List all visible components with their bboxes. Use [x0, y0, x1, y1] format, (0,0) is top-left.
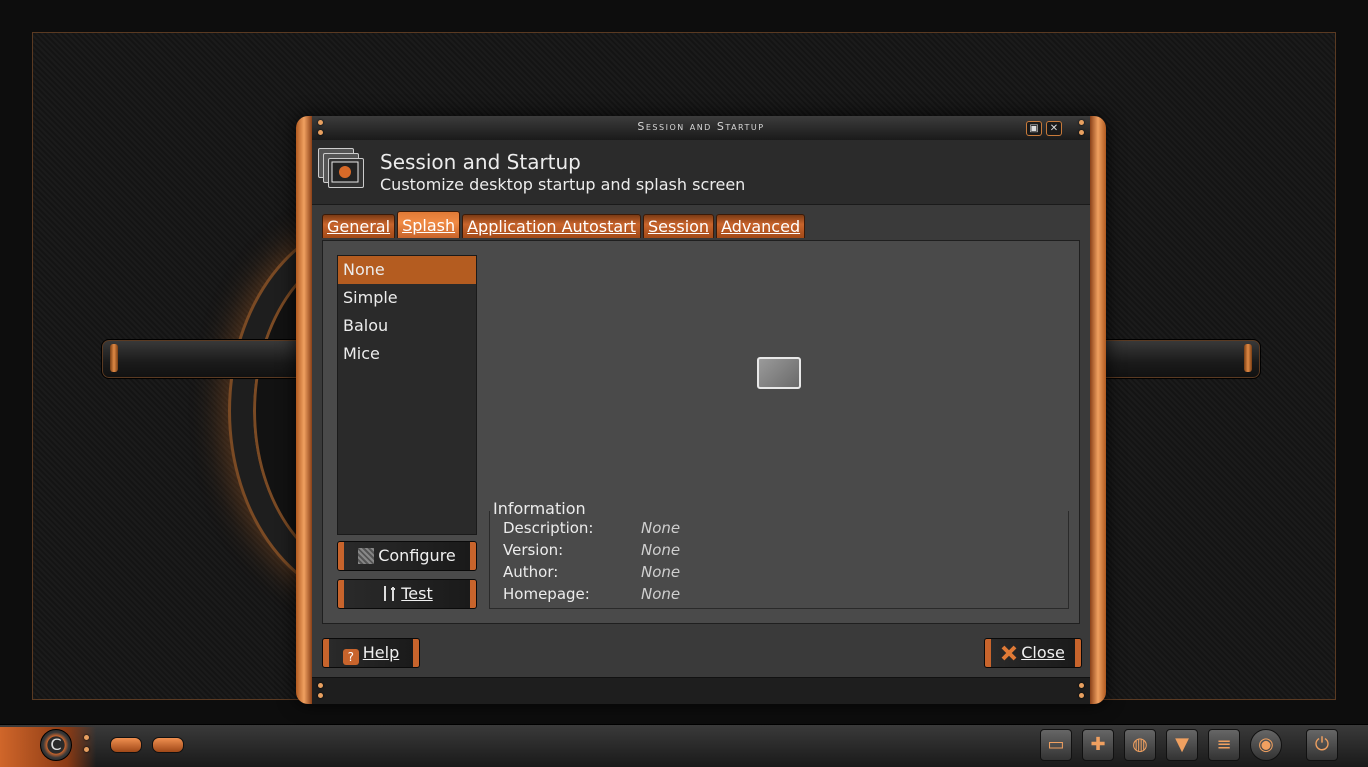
- volume-knob-icon[interactable]: ◉: [1250, 729, 1282, 761]
- download-icon[interactable]: ▼: [1166, 729, 1198, 761]
- folder-icon[interactable]: ▭: [1040, 729, 1072, 761]
- close-x-icon: [1001, 642, 1017, 661]
- tab-general[interactable]: General: [322, 214, 396, 238]
- list-item-simple[interactable]: Simple: [338, 284, 476, 312]
- session-startup-window: Session and Startup ▣ ✕ Session and Star…: [296, 116, 1106, 704]
- taskbar: C ▭ ✚ ◍ ▼ ≡ ◉ ⏻: [0, 724, 1368, 767]
- decorative-bar-left: [101, 339, 323, 379]
- configure-icon: [358, 548, 375, 564]
- close-button[interactable]: Close: [984, 638, 1082, 668]
- launcher-button-2[interactable]: [152, 737, 184, 753]
- info-value: None: [641, 563, 681, 581]
- window-body: Session and Startup Customize desktop st…: [312, 140, 1090, 704]
- help-button[interactable]: ? Help: [322, 638, 420, 668]
- software-box-icon[interactable]: ✚: [1082, 729, 1114, 761]
- maximize-button[interactable]: ▣: [1026, 121, 1042, 136]
- decorative-bar-right: [1091, 339, 1261, 379]
- info-label: Homepage:: [503, 585, 590, 603]
- tab-application-autostart[interactable]: Application Autostart: [462, 214, 642, 238]
- close-window-button[interactable]: ✕: [1046, 121, 1062, 136]
- info-value: None: [641, 585, 681, 603]
- window-status-bar: [312, 677, 1090, 704]
- header-title: Session and Startup: [380, 150, 581, 174]
- splash-preview-image: [757, 357, 801, 389]
- tools-icon: [381, 583, 397, 601]
- header-subtitle: Customize desktop startup and splash scr…: [380, 175, 746, 194]
- window-title: Session and Startup: [637, 120, 765, 133]
- configure-button[interactable]: Configure: [337, 541, 477, 571]
- list-item-none[interactable]: None: [338, 256, 476, 284]
- tab-splash[interactable]: Splash: [397, 211, 461, 238]
- session-startup-app-icon: [318, 148, 364, 192]
- splash-tab-panel: None Simple Balou Mice Configure Test In…: [322, 240, 1080, 624]
- info-value: None: [641, 541, 681, 559]
- start-menu-button[interactable]: C: [40, 729, 72, 761]
- window-titlebar[interactable]: Session and Startup ▣ ✕: [312, 116, 1090, 141]
- document-icon[interactable]: ≡: [1208, 729, 1240, 761]
- help-icon: ?: [342, 649, 359, 665]
- info-label: Version:: [503, 541, 564, 559]
- launcher-button-1[interactable]: [110, 737, 142, 753]
- list-item-mice[interactable]: Mice: [338, 340, 476, 368]
- splash-theme-list[interactable]: None Simple Balou Mice: [337, 255, 477, 535]
- info-label: Author:: [503, 563, 559, 581]
- test-button[interactable]: Test: [337, 579, 477, 609]
- tab-bar: General Splash Application Autostart Ses…: [322, 211, 807, 240]
- tab-session[interactable]: Session: [643, 214, 715, 238]
- power-icon[interactable]: ⏻: [1306, 729, 1338, 761]
- header-area: Session and Startup Customize desktop st…: [312, 140, 1090, 205]
- globe-icon[interactable]: ◍: [1124, 729, 1156, 761]
- tab-advanced[interactable]: Advanced: [716, 214, 806, 238]
- list-item-balou[interactable]: Balou: [338, 312, 476, 340]
- info-label: Description:: [503, 519, 594, 537]
- info-value: None: [641, 519, 681, 537]
